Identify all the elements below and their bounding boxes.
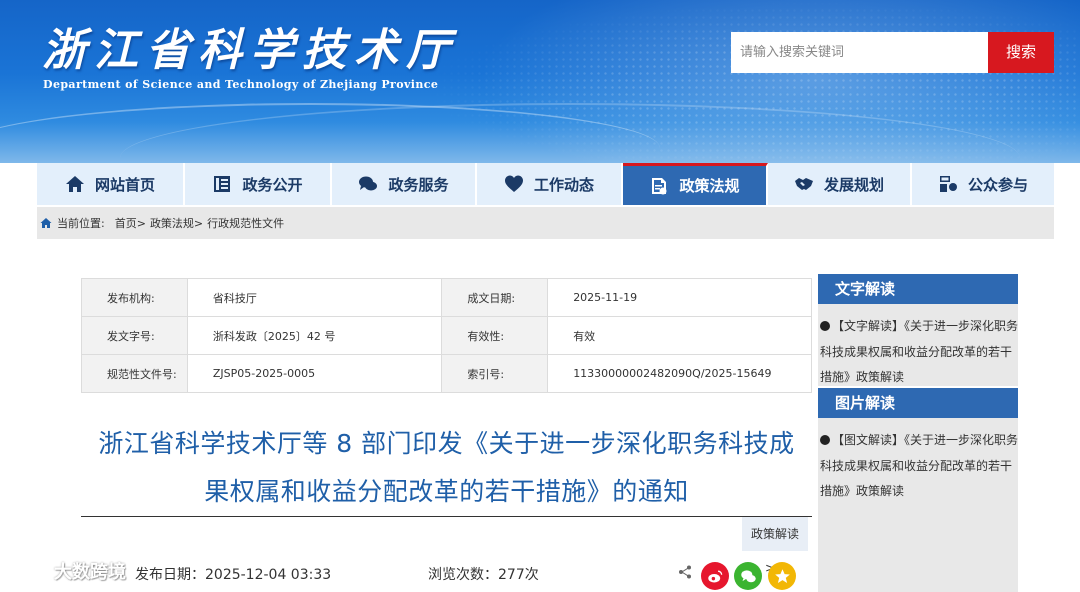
- breadcrumb-link-normative-docs[interactable]: 行政规范性文件: [207, 215, 284, 231]
- star-icon: [774, 568, 790, 583]
- wechat-icon: [740, 569, 756, 582]
- nav-item-work-news[interactable]: 工作动态: [477, 163, 623, 205]
- nav-item-planning[interactable]: 发展规划: [768, 163, 912, 205]
- watermark: 大数跨境: [8, 558, 126, 584]
- document-title-line: 果权属和收益分配改革的若干措施》的通知: [204, 477, 689, 506]
- sidebar-image-interpretation: 图片解读 【图文解读】《关于进一步深化职务科技成果权属和收益分配改革的若干措施》…: [818, 388, 1018, 592]
- breadcrumb-link-home[interactable]: 首页>: [115, 215, 146, 231]
- view-count-value: 277次: [498, 567, 539, 583]
- nav-item-home[interactable]: 网站首页: [37, 163, 185, 205]
- view-count-label: 浏览次数：: [428, 567, 498, 583]
- publish-date: 发布日期：2025-12-04 03:33: [135, 564, 331, 584]
- title-divider: [81, 516, 812, 517]
- table-row: 发文字号: 浙科发政〔2025〕42 号 有效性: 有效: [81, 316, 812, 355]
- favorite-button[interactable]: [768, 562, 796, 590]
- policy-interpretation-link[interactable]: 政策解读>>: [742, 517, 808, 575]
- info-value: ZJSP05-2025-0005: [186, 354, 443, 393]
- document-title-line: 浙江省科学技术厅等 8 部门印发《关于进一步深化职务科技成: [98, 429, 795, 458]
- nav-item-label: 发展规划: [823, 175, 884, 194]
- watermark-logo-icon: [8, 560, 47, 582]
- site-logo-title[interactable]: 浙江省科学技术厅: [42, 14, 458, 78]
- list-icon: [212, 174, 232, 194]
- sidebar-text-interpretation: 文字解读 【文字解读】《关于进一步深化职务科技成果权属和收益分配改革的若干措施》…: [818, 274, 1018, 386]
- breadcrumb-link-policy[interactable]: 政策法规>: [150, 215, 203, 231]
- share-icon[interactable]: [678, 564, 692, 579]
- search-button[interactable]: 搜索: [988, 32, 1054, 73]
- chat-icon: [358, 174, 378, 194]
- nav-item-label: 公众参与: [967, 175, 1028, 194]
- handshake-icon: [794, 174, 814, 194]
- wechat-share-button[interactable]: [734, 562, 762, 590]
- breadcrumb-prefix: 当前位置:: [57, 217, 105, 230]
- nav-item-label: 网站首页: [94, 175, 155, 194]
- table-row: 发布机构: 省科技厅 成文日期: 2025-11-19: [81, 278, 812, 317]
- nav-item-participation[interactable]: 公众参与: [912, 163, 1054, 205]
- nav-item-gov-service[interactable]: 政务服务: [332, 163, 477, 205]
- document-title: 浙江省科学技术厅等 8 部门印发《关于进一步深化职务科技成 果权属和收益分配改革…: [81, 420, 812, 516]
- heart-icon: [504, 174, 524, 194]
- sidebar-section-body: 【文字解读】《关于进一步深化职务科技成果权属和收益分配改革的若干措施》政策解读: [818, 304, 1018, 391]
- info-value: 浙科发政〔2025〕42 号: [186, 316, 443, 355]
- info-label: 发布机构:: [81, 278, 188, 317]
- sidebar-link-label: 【图文解读】《关于进一步深化职务科技成果权属和收益分配改革的若干措施》政策解读: [820, 433, 1019, 498]
- info-value: 11330000002482090Q/2025-15649: [547, 354, 812, 393]
- sidebar-section-title: 文字解读: [818, 274, 1018, 304]
- weibo-share-button[interactable]: [701, 562, 729, 590]
- info-label: 索引号:: [441, 354, 549, 393]
- bullet-icon: [820, 321, 830, 331]
- sidebar-link-image-interpretation[interactable]: 【图文解读】《关于进一步深化职务科技成果权属和收益分配改革的若干措施》政策解读: [820, 428, 1018, 505]
- document-info-table: 发布机构: 省科技厅 成文日期: 2025-11-19 发文字号: 浙科发政〔2…: [81, 278, 812, 393]
- info-label: 规范性文件号:: [81, 354, 188, 393]
- sidebar-link-text-interpretation[interactable]: 【文字解读】《关于进一步深化职务科技成果权属和收益分配改革的若干措施》政策解读: [820, 314, 1018, 391]
- nav-item-label: 政务公开: [242, 175, 303, 194]
- nav-item-label: 工作动态: [533, 175, 594, 194]
- table-row: 规范性文件号: ZJSP05-2025-0005 索引号: 1133000000…: [81, 354, 812, 393]
- weibo-icon: [707, 570, 722, 582]
- site-logo-subtitle: Department of Science and Technology of …: [43, 78, 439, 91]
- nav-item-gov-info[interactable]: 政务公开: [185, 163, 332, 205]
- info-value: 有效: [547, 316, 812, 355]
- main-nav: 网站首页 政务公开 政务服务 工作动态 政策法规 发展规划 公众参与: [37, 163, 1054, 205]
- info-value: 省科技厅: [186, 278, 443, 317]
- nav-item-policy[interactable]: 政策法规: [623, 163, 768, 205]
- publish-date-value: 2025-12-04 03:33: [205, 567, 332, 583]
- header-banner: 浙江省科学技术厅 Department of Science and Techn…: [0, 0, 1080, 163]
- home-icon: [65, 174, 85, 194]
- sidebar-section-title: 图片解读: [818, 388, 1018, 418]
- publish-date-label: 发布日期：: [135, 567, 205, 583]
- info-label: 发文字号:: [81, 316, 188, 355]
- watermark-text: 大数跨境: [54, 562, 126, 583]
- view-count: 浏览次数：277次: [428, 564, 539, 584]
- sidebar-link-label: 【文字解读】《关于进一步深化职务科技成果权属和收益分配改革的若干措施》政策解读: [820, 319, 1019, 384]
- sidebar-section-body: 【图文解读】《关于进一步深化职务科技成果权属和收益分配改革的若干措施》政策解读: [818, 418, 1018, 505]
- bullet-icon: [820, 435, 830, 445]
- nav-item-label: 政策法规: [679, 177, 740, 195]
- policy-icon: [649, 176, 669, 196]
- info-label: 有效性:: [441, 316, 549, 355]
- search-input[interactable]: [731, 32, 988, 73]
- location-home-icon: [40, 217, 52, 229]
- nav-item-label: 政务服务: [388, 175, 449, 194]
- info-value: 2025-11-19: [547, 278, 812, 317]
- breadcrumb: 当前位置: 首页> 政策法规> 行政规范性文件: [37, 207, 1054, 239]
- participate-icon: [938, 174, 958, 194]
- info-label: 成文日期:: [441, 278, 549, 317]
